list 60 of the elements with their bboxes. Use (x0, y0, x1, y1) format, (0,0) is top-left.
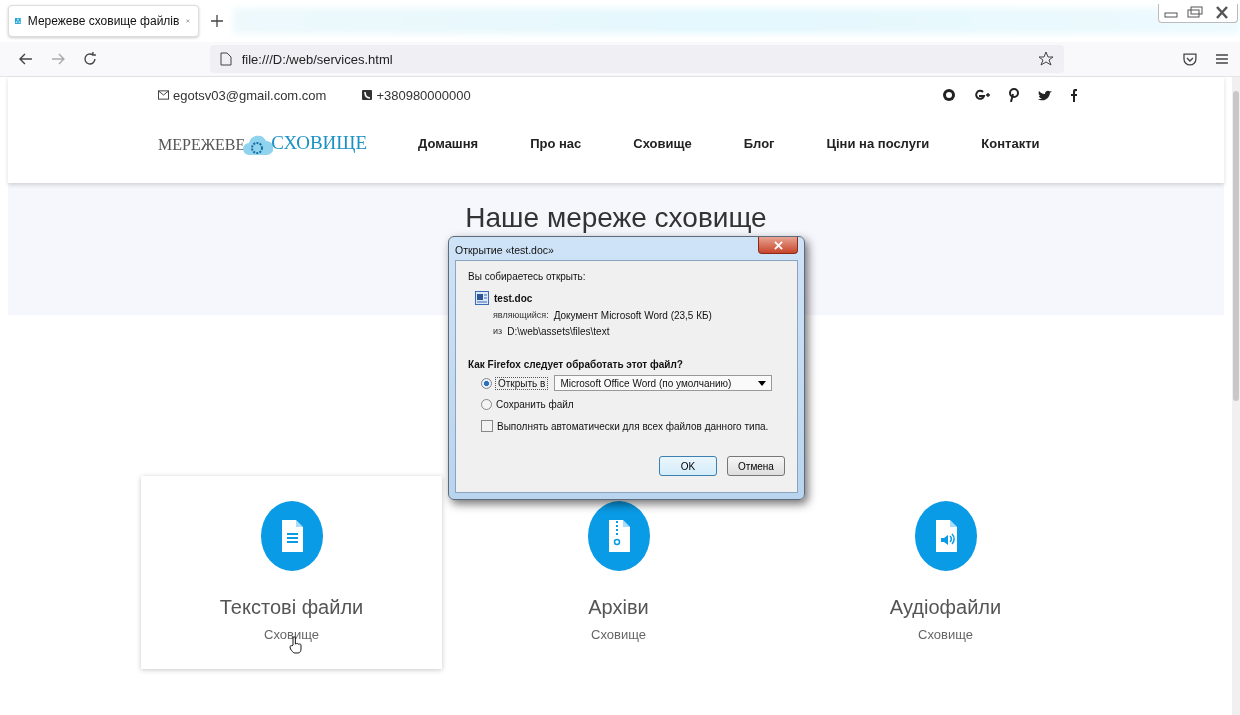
back-icon[interactable] (18, 51, 34, 67)
checkbox-label[interactable]: Выполнять автоматически для всех файлов данного типа. (497, 420, 769, 432)
phone-icon (362, 90, 373, 100)
address-bar[interactable]: file:///D:/web/services.html (209, 45, 1065, 73)
nav-link[interactable]: Ціни на послуги (826, 135, 930, 151)
dialog-intro: Вы собираетесь открыть: (468, 271, 587, 282)
nav-link[interactable]: Контакти (981, 135, 1040, 151)
menu-icon[interactable] (1214, 51, 1230, 67)
envelope-icon (158, 90, 169, 100)
reload-icon[interactable] (81, 51, 98, 67)
email-text: egotsv03@gmail.com.com (173, 87, 327, 103)
type-label: являющийся: (493, 310, 549, 321)
nav-link[interactable]: Домашня (418, 135, 479, 151)
source-path: D:\web\assets\files\text (507, 326, 610, 337)
cancel-button[interactable]: Отмена (727, 456, 785, 476)
nav-link[interactable]: Блог (743, 135, 775, 151)
dialog-title: Открытие «test.doc» (455, 244, 554, 256)
card-subtitle: Сховище (918, 627, 973, 642)
option-label[interactable]: Сохранить файл (496, 398, 574, 410)
twitter-icon[interactable] (1037, 88, 1053, 102)
service-item[interactable]: Архіви Сховище (468, 476, 769, 669)
radio-button[interactable] (481, 377, 492, 389)
type-value: Документ Microsoft Word (23,5 КБ) (553, 310, 712, 321)
pinterest-icon[interactable] (1008, 88, 1020, 102)
google-plus-icon[interactable] (973, 88, 991, 102)
card-title: Аудіофайли (889, 596, 1002, 619)
facebook-icon[interactable] (1070, 88, 1078, 102)
zip-file-icon (587, 501, 650, 571)
radio-button[interactable] (481, 398, 492, 410)
new-tab-icon[interactable] (211, 15, 223, 27)
file-name: test.doc (494, 292, 533, 304)
close-button[interactable] (758, 237, 798, 254)
card-title: Текстові файли (219, 596, 364, 619)
application-dropdown[interactable]: Microsoft Office Word (по умолчанию) (554, 375, 773, 391)
card-subtitle: Сховище (591, 627, 646, 642)
close-icon (773, 240, 783, 250)
dialog-question: Как Firefox следует обработать этот файл? (468, 359, 684, 370)
phone-text: +380980000000 (376, 87, 471, 103)
nav-link[interactable]: Сховище (633, 135, 692, 151)
hero-title: Наше мереже сховище (464, 203, 768, 233)
card-title: Архіви (588, 596, 649, 619)
github-icon[interactable] (942, 88, 956, 102)
service-card[interactable]: Текстові файли Сховище (141, 476, 442, 669)
source-label: из (493, 326, 503, 337)
option-label[interactable]: Открыть в (496, 377, 548, 389)
card-subtitle: Сховище (264, 627, 319, 642)
browser-tab[interactable]: Мережеве сховище файлів (8, 5, 199, 37)
ok-button[interactable]: OK (659, 456, 717, 476)
document-icon (260, 501, 323, 571)
site-logo[interactable]: МЕРЕЖЕВЕ СХОВИЩЕ (158, 132, 418, 154)
page-icon (219, 52, 232, 66)
cloud-gear-icon (243, 133, 274, 157)
pocket-icon[interactable] (1182, 51, 1199, 67)
service-item[interactable]: Аудіофайли Сховище (795, 476, 1096, 669)
caret-icon (758, 380, 767, 386)
star-icon[interactable] (1038, 51, 1055, 67)
checkbox[interactable] (481, 420, 493, 432)
word-document-icon (475, 291, 489, 305)
audio-file-icon (914, 501, 977, 571)
nav-link[interactable]: Про нас (530, 135, 582, 151)
